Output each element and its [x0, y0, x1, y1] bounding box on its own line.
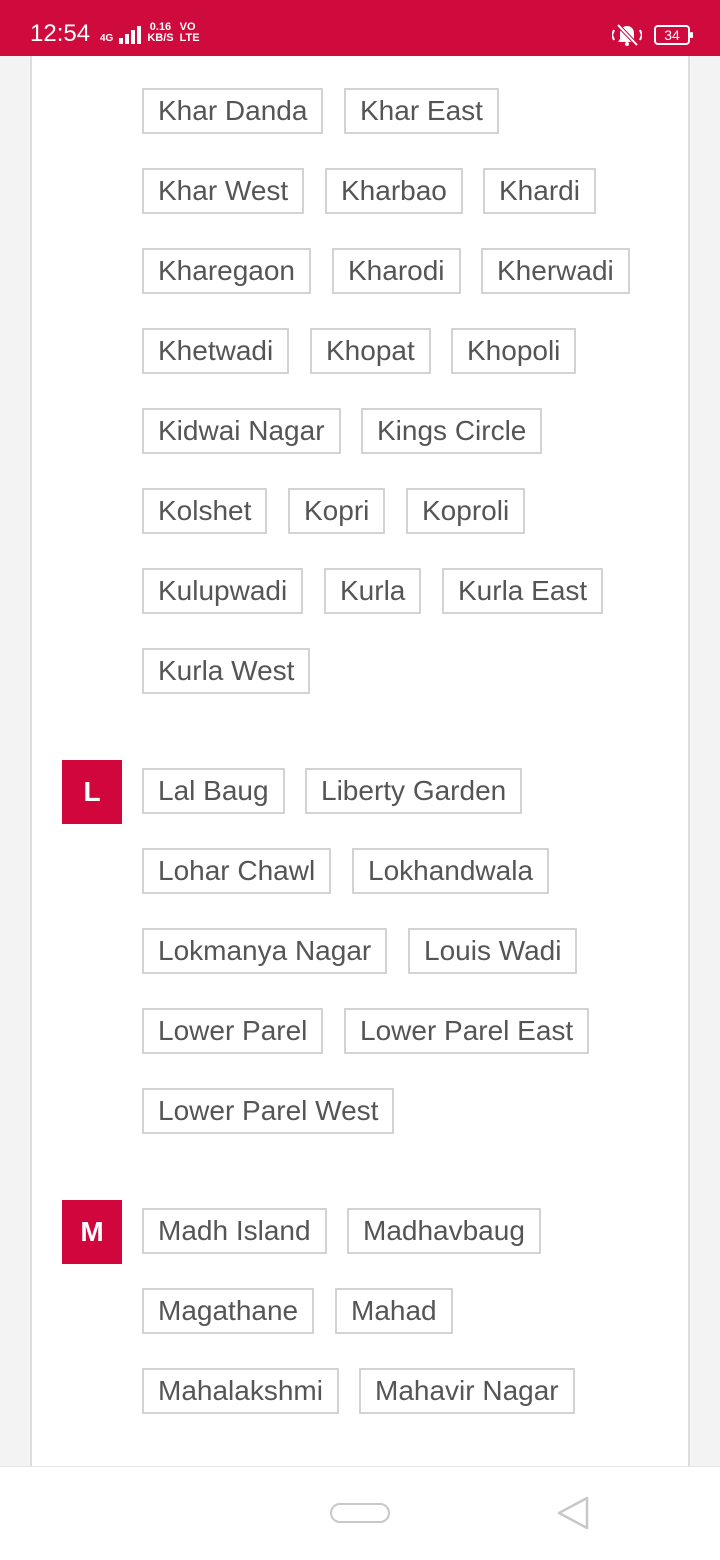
location-chip[interactable]: Liberty Garden [305, 768, 523, 814]
location-chip[interactable]: Mahalakshmi [142, 1368, 339, 1414]
location-chip[interactable]: Kurla West [142, 648, 311, 694]
location-chip[interactable]: Kurla [324, 568, 422, 614]
network-type: 4G [100, 33, 114, 44]
locations-card: KhalapurKhandalaKharKhar DandaKhar EastK… [30, 40, 690, 1466]
location-chip[interactable]: Khardi [483, 168, 596, 214]
location-chip[interactable]: Lokhandwala [352, 848, 550, 894]
location-chip[interactable]: Khar Danda [142, 88, 324, 134]
location-chip[interactable]: Lal Baug [142, 768, 285, 814]
location-chip[interactable]: Kherwadi [481, 248, 630, 294]
location-chip[interactable]: Khetwadi [142, 328, 290, 374]
signal-icon [119, 26, 142, 44]
status-time: 12:54 [30, 20, 91, 47]
location-chip[interactable]: Kharbao [325, 168, 463, 214]
location-chip[interactable]: Kidwai Nagar [142, 408, 341, 454]
location-chip[interactable]: Mahavir Nagar [359, 1368, 575, 1414]
home-pill-icon[interactable] [330, 1503, 390, 1523]
location-chip[interactable]: Lokmanya Nagar [142, 928, 388, 974]
location-chip[interactable]: Louis Wadi [408, 928, 578, 974]
location-chip[interactable]: Madhavbaug [347, 1208, 541, 1254]
location-chip[interactable]: Koproli [406, 488, 526, 534]
location-chip[interactable]: Kulupwadi [142, 568, 304, 614]
location-chip[interactable]: Khar West [142, 168, 305, 214]
location-chip[interactable]: Kharegaon [142, 248, 312, 294]
location-chip[interactable]: Lohar Chawl [142, 848, 332, 894]
location-chip[interactable]: Khopat [310, 328, 431, 374]
location-chip[interactable]: Lower Parel East [344, 1008, 590, 1054]
location-chip[interactable]: Lower Parel [142, 1008, 324, 1054]
status-bar: 12:54 4G 0.16 KB/S VO LTE 34 [0, 0, 720, 56]
section-letter-m: M [62, 1200, 122, 1264]
location-chip[interactable]: Mahad [335, 1288, 453, 1334]
location-chip[interactable]: Lower Parel West [142, 1088, 395, 1134]
speed-unit: KB/S [147, 32, 174, 44]
status-right-icons: 34 [612, 22, 693, 48]
location-chip[interactable]: Magathane [142, 1288, 315, 1334]
section-letter-l: L [62, 760, 122, 824]
back-triangle-icon[interactable] [556, 1495, 590, 1531]
battery-icon: 34 [654, 25, 693, 45]
location-chip[interactable]: Madh Island [142, 1208, 327, 1254]
volte-badge: VO LTE [180, 22, 200, 44]
location-chip[interactable]: Khar East [344, 88, 499, 134]
location-chip[interactable]: Kharodi [332, 248, 461, 294]
volte-bottom: LTE [179, 32, 200, 44]
status-left-icons: 4G 0.16 KB/S VO LTE [100, 22, 200, 44]
location-chip[interactable]: Kurla East [442, 568, 604, 614]
navigation-bar [0, 1466, 720, 1560]
location-chip[interactable]: Kopri [288, 488, 386, 534]
mute-bell-icon [612, 23, 642, 47]
location-chip[interactable]: Khopoli [451, 328, 577, 374]
data-speed: 0.16 KB/S [147, 22, 173, 44]
location-chip[interactable]: Kings Circle [361, 408, 543, 454]
location-chip[interactable]: Kolshet [142, 488, 268, 534]
